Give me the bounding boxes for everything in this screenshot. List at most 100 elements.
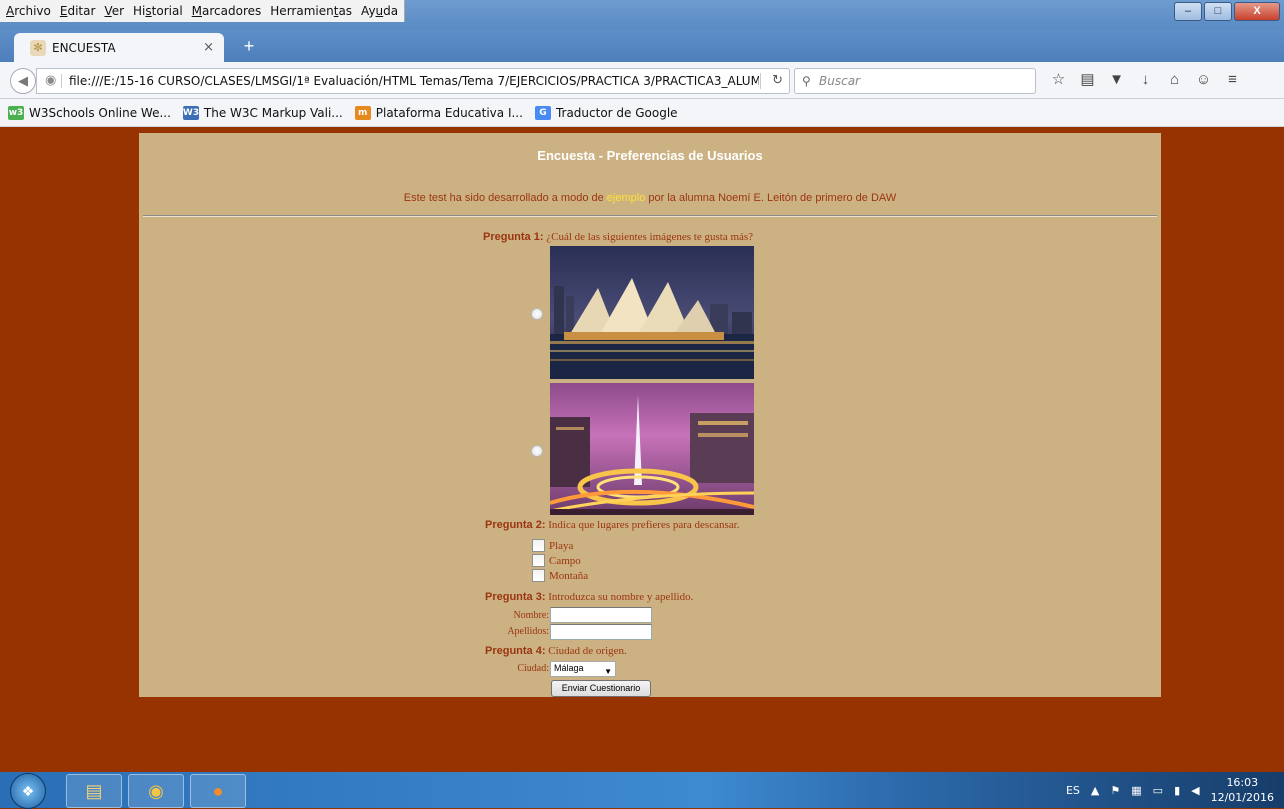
- search-placeholder: Buscar: [819, 74, 860, 88]
- question-2: Pregunta 2: Indica que lugares prefieres…: [485, 519, 739, 531]
- show-hidden-icons-icon[interactable]: ▲: [1091, 784, 1099, 797]
- chrome-icon: ◉: [148, 781, 164, 801]
- chat-icon[interactable]: ☺: [1189, 68, 1218, 92]
- firefox-icon: ●: [212, 781, 224, 801]
- action-center-flag-icon[interactable]: ⚑: [1110, 784, 1120, 797]
- moodle-icon: m: [354, 105, 371, 120]
- menu-bar: Archivo Editar Ver Historial Marcadores …: [0, 0, 406, 22]
- menu-ver[interactable]: Ver: [104, 4, 124, 18]
- buenos-aires-obelisco-image[interactable]: [550, 383, 754, 515]
- menu-marcadores[interactable]: Marcadores: [192, 4, 262, 18]
- bookmark-star-icon[interactable]: ☆: [1044, 68, 1073, 92]
- back-button[interactable]: ◀: [10, 68, 36, 94]
- question-1: Pregunta 1: ¿Cuál de las siguientes imág…: [483, 231, 753, 243]
- new-tab-button[interactable]: +: [238, 36, 260, 58]
- question-4: Pregunta 4: Ciudad de origen.: [485, 645, 627, 657]
- reload-icon[interactable]: ↻: [772, 69, 783, 93]
- divider: [143, 215, 1157, 217]
- language-indicator[interactable]: ES: [1066, 784, 1080, 797]
- download-icon[interactable]: ↓: [1131, 68, 1160, 92]
- bookmark-label: W3Schools Online We...: [29, 105, 171, 120]
- question-3-label: Pregunta 3:: [485, 591, 546, 603]
- menu-ayuda[interactable]: Ayuda: [361, 4, 398, 18]
- checkbox-campo[interactable]: [532, 554, 545, 567]
- bookmark-w3schools[interactable]: w3 W3Schools Online We...: [8, 105, 171, 120]
- tab-title: ENCUESTA: [52, 40, 116, 55]
- chrome-taskbar-button[interactable]: ◉: [128, 774, 184, 808]
- page-title: Encuesta - Preferencias de Usuarios: [537, 148, 763, 163]
- clock-time: 16:03: [1226, 776, 1259, 789]
- window-titlebar: Archivo Editar Ver Historial Marcadores …: [0, 0, 1284, 29]
- firefox-taskbar-button[interactable]: ●: [190, 774, 246, 808]
- window-controls: – □ X: [1174, 2, 1280, 21]
- close-tab-icon[interactable]: ×: [203, 40, 214, 55]
- navigation-toolbar: ◀ ◉ file:///E:/15-16 CURSO/CLASES/LMSGI/…: [0, 62, 1284, 99]
- menu-hamburger-icon[interactable]: ≡: [1218, 68, 1247, 92]
- checkbox-montana-label: Montaña: [549, 570, 589, 582]
- menu-archivo[interactable]: Archivo: [6, 4, 51, 18]
- ciudad-label: Ciudad:: [517, 663, 549, 674]
- tab-encuesta[interactable]: ✼ ENCUESTA ×: [14, 33, 224, 62]
- explorer-taskbar-button[interactable]: ▤: [66, 774, 122, 808]
- w3c-icon: W3: [182, 105, 200, 120]
- address-bar[interactable]: ◉ file:///E:/15-16 CURSO/CLASES/LMSGI/1ª…: [36, 68, 790, 94]
- bookmark-plataforma-educativa[interactable]: m Plataforma Educativa I...: [354, 105, 523, 120]
- apellidos-input[interactable]: [550, 624, 652, 640]
- ciudad-select[interactable]: Málaga ▼: [550, 661, 616, 677]
- bookmark-label: Traductor de Google: [555, 105, 678, 120]
- bookmark-w3c-validator[interactable]: W3 The W3C Markup Vali...: [182, 105, 343, 120]
- volume-icon[interactable]: ◀: [1191, 784, 1199, 797]
- maximize-button[interactable]: □: [1204, 2, 1232, 21]
- bookmark-google-translate[interactable]: G Traductor de Google: [534, 105, 678, 120]
- url-text[interactable]: file:///E:/15-16 CURSO/CLASES/LMSGI/1ª E…: [69, 69, 759, 93]
- submit-button[interactable]: Enviar Cuestionario: [551, 680, 651, 697]
- w3schools-icon: w3: [8, 105, 24, 120]
- bookmark-label: The W3C Markup Vali...: [203, 105, 343, 120]
- home-icon[interactable]: ⌂: [1160, 68, 1189, 92]
- start-button[interactable]: ❖: [10, 773, 46, 809]
- question-3-text: Introduzca su nombre y apellido.: [548, 591, 694, 603]
- question-1-label: Pregunta 1:: [483, 231, 544, 243]
- ciudad-selected-value: Málaga: [554, 663, 584, 673]
- battery-icon[interactable]: ▭: [1153, 784, 1163, 797]
- windows-icon[interactable]: ▦: [1131, 784, 1141, 797]
- search-box[interactable]: ⚲ Buscar: [794, 68, 1036, 94]
- survey-container: Encuesta - Preferencias de Usuarios Este…: [139, 133, 1161, 697]
- intro-text: Este test ha sido desarrollado a modo de…: [139, 192, 1161, 204]
- intro-highlight: ejemplo: [606, 192, 646, 204]
- minimize-button[interactable]: –: [1174, 2, 1202, 21]
- bookmarks-toolbar: w3 W3Schools Online We... W3 The W3C Mar…: [0, 99, 1284, 127]
- address-separator-2: [760, 73, 761, 89]
- apellidos-label: Apellidos:: [507, 626, 549, 637]
- sydney-opera-house-image[interactable]: [550, 246, 754, 379]
- question-3: Pregunta 3: Introduzca su nombre y apell…: [485, 591, 693, 603]
- page-favicon-icon: ✼: [30, 39, 46, 56]
- google-translate-icon: G: [534, 105, 551, 120]
- folder-icon: ▤: [85, 781, 103, 801]
- question-2-label: Pregunta 2:: [485, 519, 546, 531]
- option-sydney-radio[interactable]: [531, 308, 543, 320]
- clock[interactable]: 16:03 12/01/2016: [1211, 775, 1274, 805]
- system-tray: ES ▲ ⚑ ▦ ▭ ▮ ◀ 16:03 12/01/2016: [1066, 772, 1274, 808]
- option-buenos-aires-radio[interactable]: [531, 445, 543, 457]
- chevron-down-icon: ▼: [604, 667, 612, 676]
- menu-historial[interactable]: Historial: [133, 4, 183, 18]
- question-4-text: Ciudad de origen.: [548, 645, 627, 657]
- nombre-input[interactable]: [550, 607, 652, 623]
- network-signal-icon[interactable]: ▮: [1174, 784, 1180, 797]
- toolbar-icons: ☆ ▤ ▼ ↓ ⌂ ☺ ≡: [1044, 68, 1247, 92]
- checkbox-montana[interactable]: [532, 569, 545, 582]
- menu-herramientas[interactable]: Herramientas: [270, 4, 352, 18]
- address-separator: [61, 74, 62, 88]
- question-4-label: Pregunta 4:: [485, 645, 546, 657]
- checkbox-playa[interactable]: [532, 539, 545, 552]
- clock-date: 12/01/2016: [1210, 791, 1274, 804]
- pocket-icon[interactable]: ▼: [1102, 68, 1131, 92]
- bookmark-label: Plataforma Educativa I...: [375, 105, 523, 120]
- intro-after: por la alumna Noemí E. Leitón de primero…: [645, 192, 897, 204]
- menu-editar[interactable]: Editar: [60, 4, 96, 18]
- close-window-button[interactable]: X: [1234, 2, 1280, 21]
- bookmarks-list-icon[interactable]: ▤: [1073, 68, 1102, 92]
- site-identity-icon[interactable]: ◉: [45, 69, 56, 93]
- checkbox-campo-label: Campo: [549, 555, 581, 567]
